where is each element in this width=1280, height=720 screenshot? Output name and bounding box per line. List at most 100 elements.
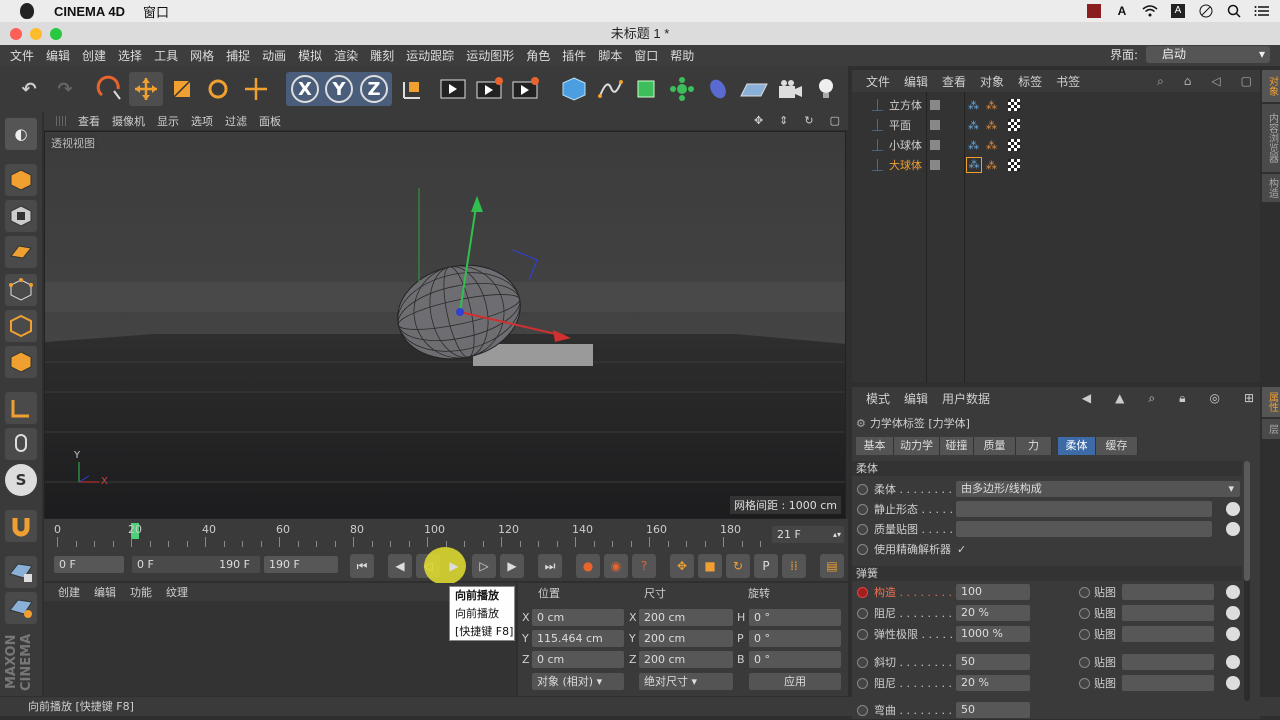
menu-plugins[interactable]: 插件 [562, 47, 586, 64]
animate-radio[interactable] [857, 704, 868, 716]
object-menu-tags[interactable]: 标签 [1018, 73, 1042, 90]
auto-key-icon[interactable]: ◉ [604, 554, 628, 578]
phong-tag-icon[interactable]: ⁂ [968, 119, 979, 132]
key-scale-icon[interactable]: ■ [698, 554, 722, 578]
viewport-menu-panel[interactable]: 面板 [259, 113, 281, 129]
pick-icon[interactable] [1226, 522, 1240, 536]
object-row-cube[interactable]: ⏊ 立方体 ⁂ ⁂ [852, 95, 1260, 115]
menu-sculpt[interactable]: 雕刻 [370, 47, 394, 64]
tweak-mode-icon[interactable] [5, 428, 37, 460]
render-picture-viewer-icon[interactable] [473, 72, 507, 106]
end-frame-field[interactable]: 190 F [264, 556, 338, 573]
object-search-icon[interactable]: ⌕ [1157, 74, 1164, 89]
selected-tag-icon[interactable]: ⁂ [966, 157, 982, 173]
material-tag-icon[interactable]: ⁂ [986, 159, 997, 172]
map-link[interactable] [1122, 675, 1214, 691]
workplane-mode-icon[interactable] [5, 236, 37, 268]
planar-workplane-icon[interactable] [5, 592, 37, 624]
mass-map-link[interactable] [956, 521, 1212, 537]
go-to-start-icon[interactable]: ⏮ [350, 554, 374, 578]
animate-radio[interactable] [857, 483, 868, 495]
make-editable-icon[interactable]: ◐ [5, 118, 37, 150]
menu-window[interactable]: 窗口 [634, 47, 658, 64]
dolly-icon[interactable]: ⇕ [779, 114, 788, 127]
map-link[interactable] [1122, 654, 1214, 670]
size-y-field[interactable]: 200 cm [639, 630, 733, 647]
map-link[interactable] [1122, 584, 1214, 600]
magnet-icon[interactable] [5, 510, 37, 542]
exact-solver-checkbox[interactable]: ✓ [957, 543, 966, 556]
pick-icon[interactable] [1226, 606, 1240, 620]
lock-workplane-icon[interactable] [5, 556, 37, 588]
redo-icon[interactable]: ↷ [48, 72, 82, 106]
camera-icon[interactable] [773, 72, 807, 106]
menu-animate[interactable]: 动画 [262, 47, 286, 64]
menu-simulate[interactable]: 模拟 [298, 47, 322, 64]
sidetab-structure[interactable]: 构造 [1262, 174, 1280, 202]
animate-radio[interactable] [857, 656, 868, 668]
points-mode-icon[interactable] [5, 274, 37, 306]
menu-tools[interactable]: 工具 [154, 47, 178, 64]
previous-key-icon[interactable]: ◀ [388, 554, 412, 578]
tab-collision[interactable]: 碰撞 [940, 437, 974, 455]
rot-p-field[interactable]: 0 ° [749, 630, 841, 647]
viewport-menu-options[interactable]: 选项 [191, 113, 213, 129]
menu-edit[interactable]: 编辑 [46, 47, 70, 64]
pos-z-field[interactable]: 0 cm [532, 651, 624, 668]
pick-icon[interactable] [1226, 585, 1240, 599]
snap-icon[interactable]: S [5, 464, 37, 496]
object-menu-file[interactable]: 文件 [866, 73, 890, 90]
rot-b-field[interactable]: 0 ° [749, 651, 841, 668]
zoom-button[interactable] [50, 28, 62, 40]
undo-icon[interactable]: ↶ [12, 72, 46, 106]
object-row-small-sphere[interactable]: ⏊ 小球体 ⁂ ⁂ [852, 135, 1260, 155]
input-source-icon[interactable]: A [1170, 4, 1186, 18]
animate-radio[interactable] [1079, 656, 1090, 668]
spring-structure-field[interactable]: 100 [956, 584, 1030, 600]
menu-snap[interactable]: 捕捉 [226, 47, 250, 64]
model-mode-icon[interactable] [5, 164, 37, 196]
render-settings-icon[interactable] [509, 72, 543, 106]
material-menu-function[interactable]: 功能 [130, 584, 152, 600]
close-button[interactable] [10, 28, 22, 40]
spline-pen-icon[interactable] [593, 72, 627, 106]
pick-icon[interactable] [1226, 502, 1240, 516]
apply-button[interactable]: 应用 [749, 673, 841, 690]
map-link[interactable] [1122, 626, 1214, 642]
coords-mode-select[interactable]: 对象 (相对) ▾ [532, 673, 624, 690]
spring-shear-damping-field[interactable]: 20 % [956, 675, 1030, 691]
spring-shear-field[interactable]: 50 [956, 654, 1030, 670]
pos-y-field[interactable]: 115.464 cm [532, 630, 624, 647]
key-parameter-icon[interactable]: P [754, 554, 778, 578]
material-menu-edit[interactable]: 编辑 [94, 584, 116, 600]
animate-radio[interactable] [1079, 677, 1090, 689]
back-arrow-icon[interactable]: ◀ [1082, 391, 1091, 406]
sidetab-attributes[interactable]: 属性 [1262, 387, 1280, 417]
search-icon[interactable] [1226, 4, 1242, 18]
viewport-menu-display[interactable]: 显示 [157, 113, 179, 129]
cube-icon[interactable] [557, 72, 591, 106]
lock-icon[interactable]: 🔒︎ [1179, 391, 1185, 406]
texture-mode-icon[interactable] [5, 200, 37, 232]
tab-mass[interactable]: 质量 [974, 437, 1016, 455]
spring-elastic-limit-field[interactable]: 1000 % [956, 626, 1030, 642]
y-axis-lock[interactable]: Y [322, 72, 356, 106]
notification-icon[interactable] [1254, 4, 1270, 18]
record-keys-icon[interactable]: ● [576, 554, 600, 578]
size-x-field[interactable]: 200 cm [639, 609, 733, 626]
tab-basic[interactable]: 基本 [856, 437, 894, 455]
play-forward-icon[interactable]: ▶ [442, 554, 466, 578]
object-row-large-sphere[interactable]: ⏊ 大球体 ⁂ ⁂ [852, 155, 1260, 175]
window-menu[interactable]: 窗口 [143, 2, 169, 21]
key-position-icon[interactable]: ✥ [670, 554, 694, 578]
softbody-select[interactable]: 由多边形/线构成 ▾ [956, 481, 1240, 497]
object-menu-view[interactable]: 查看 [942, 73, 966, 90]
orbit-icon[interactable]: ↻ [804, 114, 813, 127]
spring-bend-field[interactable]: 50 [956, 702, 1030, 718]
edges-mode-icon[interactable] [5, 310, 37, 342]
layout-select[interactable]: 启动 ▾ [1146, 46, 1270, 63]
menu-create[interactable]: 创建 [82, 47, 106, 64]
rotate-tool-icon[interactable] [201, 72, 235, 106]
timeline-ruler[interactable]: 21 F ▴▾ 0 20 40 60 80 100 120 140 160 180 [44, 519, 848, 549]
menu-render[interactable]: 渲染 [334, 47, 358, 64]
